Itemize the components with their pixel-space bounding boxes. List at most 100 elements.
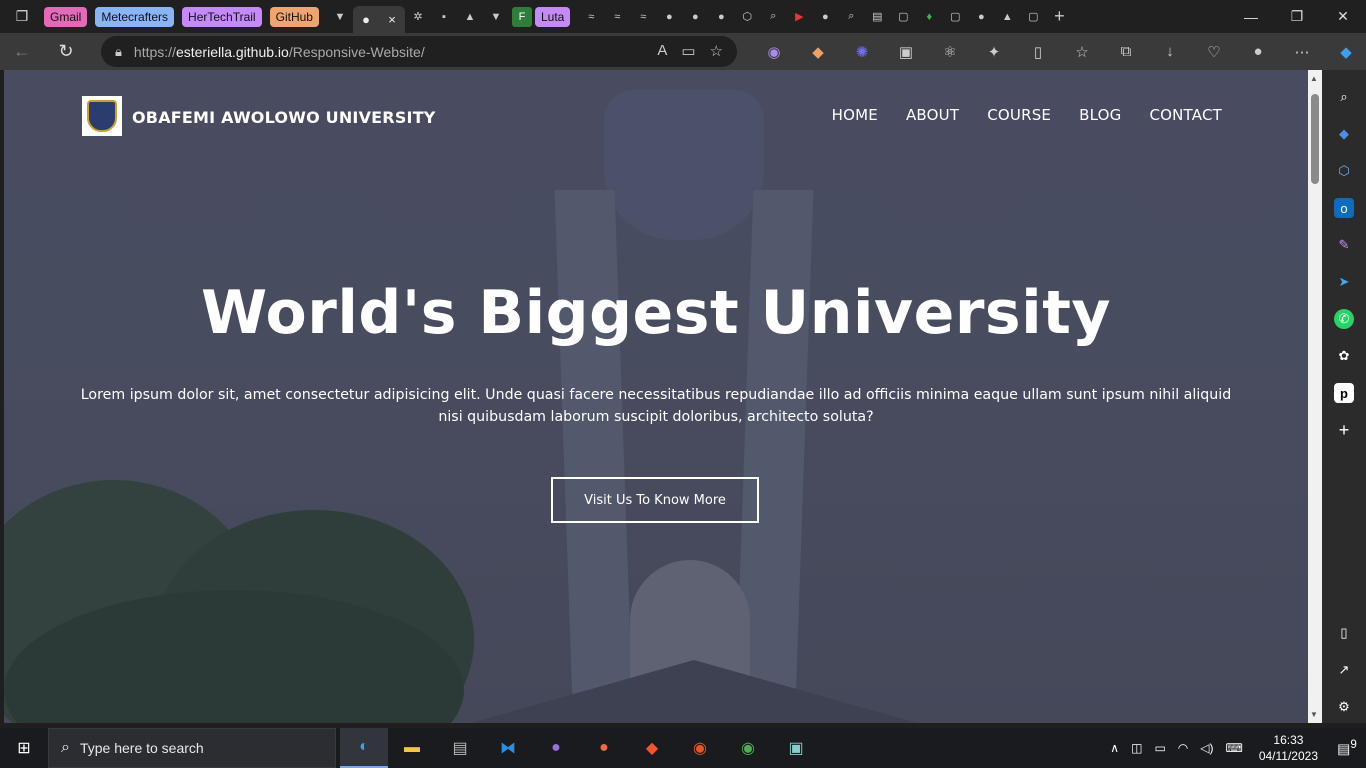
refresh-button[interactable]: ↻ [44, 33, 88, 70]
collections-icon[interactable]: ⧉ [1104, 43, 1148, 60]
extension-icon[interactable]: ◉ [752, 43, 796, 61]
tab-group-luta[interactable]: Luta [534, 6, 571, 27]
github-desktop-icon[interactable]: ● [532, 728, 580, 768]
taskbar-search-box[interactable]: ⌕ Type here to search [48, 728, 336, 768]
vercel-tab-icon[interactable]: ▼ [486, 7, 506, 27]
external-link-icon[interactable]: ↗ [1334, 660, 1354, 680]
page-scrollbar[interactable]: ▲ ▼ [1308, 70, 1322, 723]
close-window-button[interactable]: ✕ [1320, 0, 1366, 33]
edge-icon[interactable]: ◐ [340, 728, 388, 768]
tab-group-metecrafters[interactable]: Metecrafters [95, 6, 175, 27]
postman-icon[interactable]: ● [580, 728, 628, 768]
pinned-tab-icon[interactable]: ▲ [460, 7, 480, 27]
nav-contact[interactable]: CONTACT [1149, 106, 1222, 124]
tailwind-tab-icon[interactable]: ≈ [607, 7, 627, 27]
github-tab-icon[interactable]: ● [659, 7, 679, 27]
mongodb-tab-icon[interactable]: ♦ [919, 7, 939, 27]
search-icon[interactable]: ⌕ [1334, 87, 1354, 107]
battery-icon[interactable]: ▭ [1154, 741, 1165, 755]
wifi-icon[interactable]: ◠ [1178, 741, 1188, 755]
minimize-button[interactable]: — [1228, 0, 1274, 33]
new-tab-button[interactable]: + [1049, 6, 1069, 27]
github-tab-icon[interactable]: ● [685, 7, 705, 27]
whatsapp-icon[interactable]: ✆ [1334, 309, 1354, 329]
back-button[interactable]: ← [0, 33, 44, 70]
search-tab-icon[interactable]: ⌕ [763, 7, 783, 27]
tab-group-gmail[interactable]: Gmail [44, 6, 88, 27]
visit-us-button[interactable]: Visit Us To Know More [551, 477, 759, 523]
copilot-icon[interactable]: ◆ [1324, 43, 1366, 61]
edge-tools-icon[interactable]: ⬡ [1334, 161, 1354, 181]
close-tab-icon[interactable]: × [388, 12, 396, 27]
maximize-button[interactable]: ❐ [1274, 0, 1320, 33]
designer-icon[interactable]: ✎ [1334, 235, 1354, 255]
show-hidden-icons-icon[interactable]: ∧ [1110, 741, 1119, 755]
workspaces-icon[interactable]: ❐ [0, 0, 44, 33]
site-brand[interactable]: OBAFEMI AWOLOWO UNIVERSITY [132, 108, 436, 127]
windows-start-icon[interactable]: ⊞ [0, 728, 48, 768]
scroll-down-icon[interactable]: ▼ [1310, 710, 1318, 719]
read-aloud-icon[interactable]: A [657, 42, 667, 60]
downloads-icon[interactable]: ↓ [1148, 43, 1192, 60]
telegram-icon[interactable]: ➤ [1334, 272, 1354, 292]
nav-course[interactable]: COURSE [987, 106, 1051, 124]
settings-gear-icon[interactable]: ⚙ [1334, 697, 1354, 717]
pinned-tab-icon[interactable]: ▢ [893, 7, 913, 27]
pinned-tab-icon[interactable]: ⬡ [737, 7, 757, 27]
pinned-tab-icon[interactable]: ▤ [867, 7, 887, 27]
github-tab-icon[interactable]: ● [815, 7, 835, 27]
metamask-icon[interactable]: ◆ [796, 43, 840, 61]
more-menu-icon[interactable]: ⋯ [1280, 43, 1324, 61]
profile-avatar[interactable]: ● [1236, 43, 1280, 60]
app-icon[interactable]: ▤ [436, 728, 484, 768]
split-screen-icon[interactable]: ▯ [1016, 43, 1060, 61]
nav-about[interactable]: ABOUT [906, 106, 959, 124]
tab-group-github[interactable]: GitHub [269, 6, 319, 27]
pinned-tab-icon[interactable]: ▲ [997, 7, 1017, 27]
favorites-icon[interactable]: ☆ [1060, 43, 1104, 61]
brave-icon[interactable]: ◆ [628, 728, 676, 768]
immersive-reader-icon[interactable]: ▭ [681, 42, 695, 60]
university-logo[interactable] [82, 96, 122, 136]
scroll-up-icon[interactable]: ▲ [1310, 74, 1318, 83]
extension-icon[interactable]: ✺ [840, 43, 884, 61]
search-tab-icon[interactable]: ⌕ [841, 7, 861, 27]
address-bar[interactable]: 🔒︎ https://esteriella.github.io/Responsi… [101, 36, 737, 67]
meet-now-icon[interactable]: ◫ [1131, 741, 1142, 755]
chrome-icon[interactable]: ◉ [724, 728, 772, 768]
tailwind-tab-icon[interactable]: ≈ [633, 7, 653, 27]
github-tab-icon[interactable]: ● [971, 7, 991, 27]
github-tab-icon[interactable]: ● [711, 7, 731, 27]
active-tab[interactable]: ● × [352, 6, 405, 33]
chatgpt-icon[interactable]: ✿ [1334, 346, 1354, 366]
pinterest-icon[interactable]: p [1334, 383, 1354, 403]
nav-blog[interactable]: BLOG [1079, 106, 1121, 124]
pinned-tab-icon[interactable]: F [511, 6, 532, 27]
pinned-tab-icon[interactable]: ▪ [434, 7, 454, 27]
notification-center-icon[interactable]: ▤9 [1328, 738, 1366, 758]
pinned-tab-icon[interactable]: ▢ [945, 7, 965, 27]
vercel-tab-icon[interactable]: ▼ [330, 7, 350, 27]
shopping-icon[interactable]: ◆ [1334, 124, 1354, 144]
taskbar-clock[interactable]: 16:33 04/11/2023 [1259, 732, 1318, 764]
outlook-icon[interactable]: o [1334, 198, 1354, 218]
extensions-icon[interactable]: ✦ [972, 43, 1016, 61]
ubuntu-icon[interactable]: ◉ [676, 728, 724, 768]
tailwind-tab-icon[interactable]: ≈ [581, 7, 601, 27]
hide-sidebar-icon[interactable]: ▯ [1334, 623, 1354, 643]
nav-home[interactable]: HOME [832, 106, 878, 124]
react-devtools-icon[interactable]: ⚛ [928, 43, 972, 61]
file-explorer-icon[interactable]: ▬ [388, 728, 436, 768]
performance-icon[interactable]: ♡ [1192, 43, 1236, 61]
pinned-tab-icon[interactable]: ✲ [408, 7, 428, 27]
extension-icon[interactable]: ▣ [884, 43, 928, 61]
photos-icon[interactable]: ▣ [772, 728, 820, 768]
tab-group-hertechtrail[interactable]: HerTechTrail [182, 6, 262, 27]
vscode-icon[interactable]: ⧓ [484, 728, 532, 768]
pinned-tab-icon[interactable]: ▢ [1023, 7, 1043, 27]
add-sidebar-app-icon[interactable]: + [1334, 420, 1354, 440]
favorite-star-icon[interactable]: ☆ [710, 42, 723, 60]
volume-icon[interactable]: ◁) [1200, 741, 1213, 755]
keyboard-icon[interactable]: ⌨ [1226, 741, 1243, 755]
youtube-tab-icon[interactable]: ▶ [789, 7, 809, 27]
